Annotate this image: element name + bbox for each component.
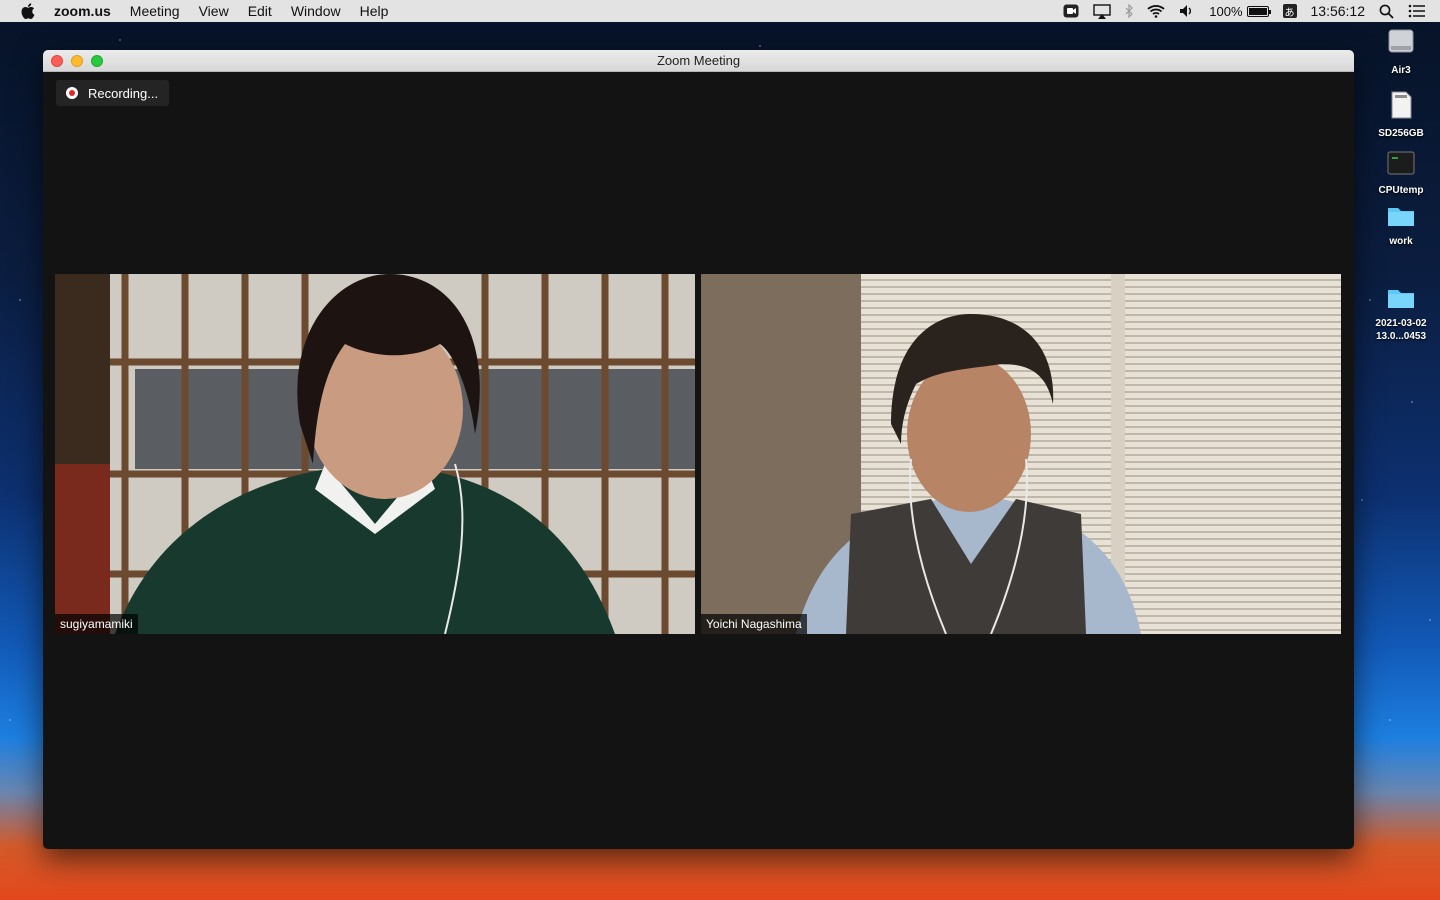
participant-name-tag: sugiyamamiki bbox=[55, 614, 138, 634]
desktop-icon-label: CPUtemp bbox=[1378, 185, 1424, 196]
desktop-icon-label: Air3 bbox=[1391, 65, 1411, 76]
recording-indicator[interactable]: Recording... bbox=[56, 80, 170, 106]
zoom-window-button[interactable] bbox=[91, 55, 103, 67]
recording-label: Recording... bbox=[88, 85, 159, 101]
terminal-icon bbox=[1387, 151, 1415, 175]
participant-video-tile[interactable]: sugiyamamiki bbox=[55, 274, 695, 634]
zoom-camera-icon[interactable] bbox=[1063, 4, 1079, 18]
zoom-meeting-window: Zoom Meeting Recording... sugiyamamiki Y… bbox=[43, 50, 1354, 849]
desktop-icon-label: work bbox=[1389, 236, 1413, 247]
wifi-icon[interactable] bbox=[1147, 4, 1165, 18]
desktop-icon-cputemp[interactable]: CPUtemp bbox=[1366, 150, 1436, 197]
menu-meeting[interactable]: Meeting bbox=[130, 3, 180, 19]
apple-icon[interactable] bbox=[21, 3, 35, 19]
spotlight-search-icon[interactable] bbox=[1379, 4, 1394, 19]
airplay-icon[interactable] bbox=[1093, 3, 1111, 19]
status-area: 100% あ 13:56:12 bbox=[1063, 0, 1440, 22]
menu-bar: zoom.us Meeting View Edit Window Help 10… bbox=[0, 0, 1440, 22]
menu-view[interactable]: View bbox=[199, 3, 229, 19]
traffic-lights bbox=[51, 55, 111, 67]
battery-percent[interactable]: 100% bbox=[1209, 4, 1242, 19]
menu-window[interactable]: Window bbox=[291, 3, 341, 19]
notification-center-icon[interactable] bbox=[1408, 4, 1426, 18]
menu-edit[interactable]: Edit bbox=[248, 3, 272, 19]
recording-dot-icon bbox=[66, 87, 78, 99]
minimize-window-button[interactable] bbox=[71, 55, 83, 67]
participant-video bbox=[55, 274, 695, 634]
desktop-icon-work[interactable]: work bbox=[1366, 203, 1436, 248]
battery-icon[interactable] bbox=[1246, 5, 1271, 17]
desktop-icon-label-line2: 13.0...0453 bbox=[1375, 331, 1427, 342]
menu-help[interactable]: Help bbox=[360, 3, 389, 19]
desktop-icon-label: 2021-03-02 13.0...0453 bbox=[1366, 317, 1436, 343]
bluetooth-icon[interactable] bbox=[1125, 4, 1134, 18]
folder-icon bbox=[1388, 290, 1414, 308]
hard-drive-icon bbox=[1388, 29, 1414, 53]
participant-name-tag: Yoichi Nagashima bbox=[701, 614, 807, 634]
folder-icon bbox=[1388, 208, 1414, 226]
input-method-icon[interactable]: あ bbox=[1282, 4, 1297, 19]
window-title: Zoom Meeting bbox=[656, 53, 741, 68]
participant-video-tile[interactable]: Yoichi Nagashima bbox=[701, 274, 1341, 634]
window-titlebar[interactable]: Zoom Meeting bbox=[43, 50, 1354, 72]
desktop-icon-screen-recording-folder[interactable]: 2021-03-02 13.0...0453 bbox=[1366, 285, 1436, 343]
close-window-button[interactable] bbox=[51, 55, 63, 67]
participant-video bbox=[701, 274, 1341, 634]
volume-icon[interactable] bbox=[1179, 4, 1195, 18]
sd-card-icon bbox=[1391, 91, 1412, 119]
clock[interactable]: 13:56:12 bbox=[1311, 3, 1366, 19]
desktop-icon-label: SD256GB bbox=[1378, 128, 1424, 139]
menu-app-name[interactable]: zoom.us bbox=[54, 3, 111, 19]
desktop-icon-sd256gb[interactable]: SD256GB bbox=[1366, 89, 1436, 140]
desktop-icon-air3[interactable]: Air3 bbox=[1366, 26, 1436, 77]
desktop-icon-label-line1: 2021-03-02 bbox=[1375, 318, 1427, 329]
